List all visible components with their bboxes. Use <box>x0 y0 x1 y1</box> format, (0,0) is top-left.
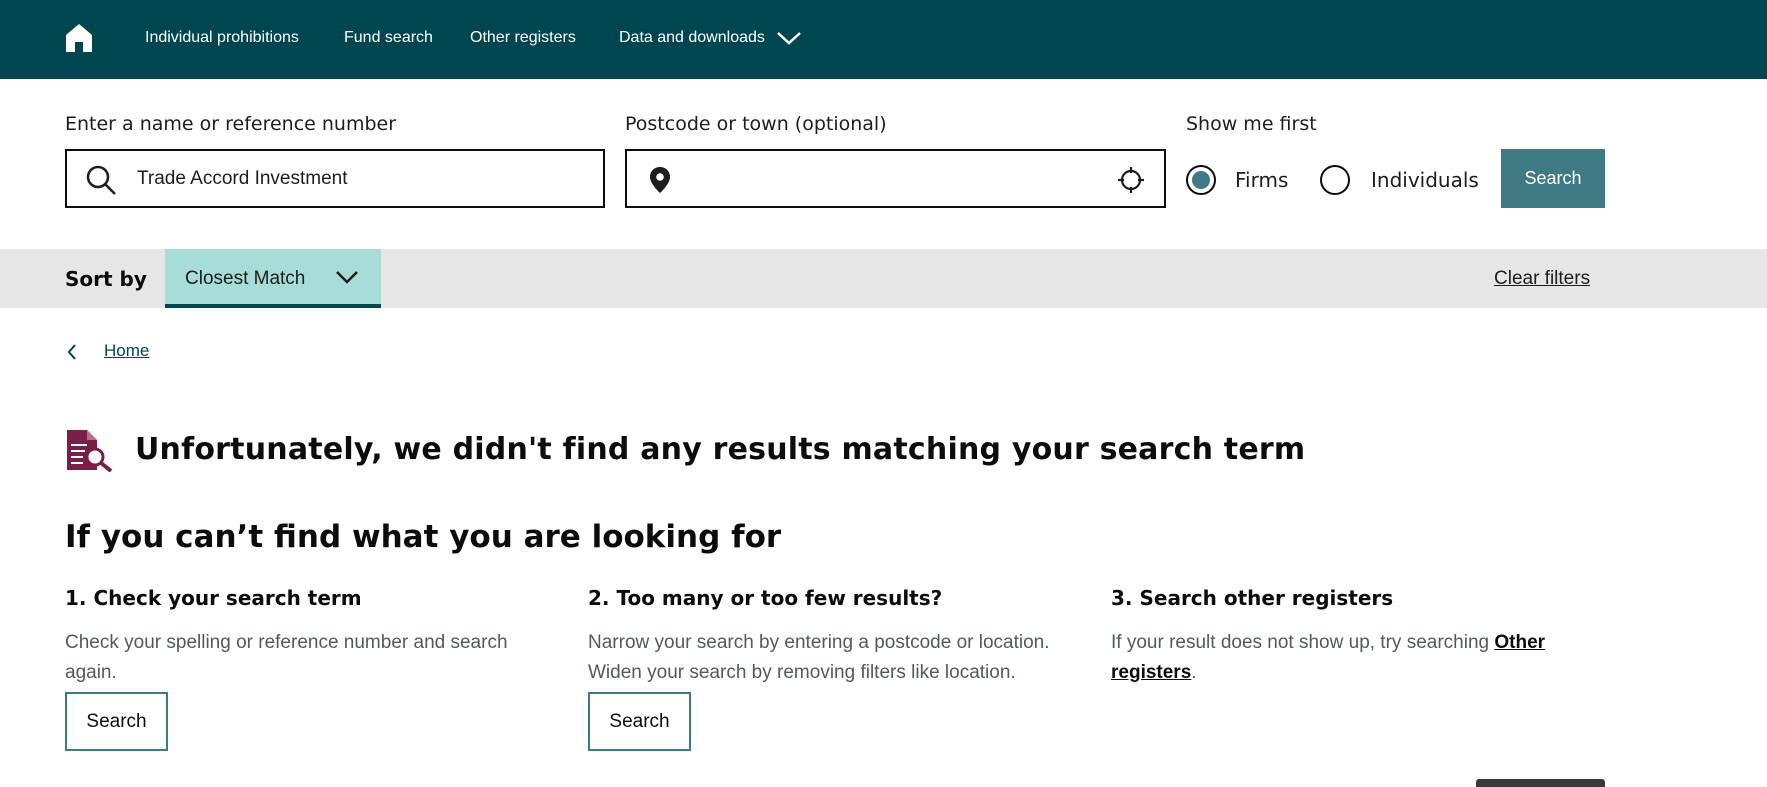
search-button[interactable]: Search <box>1501 149 1605 208</box>
search-button-check-term[interactable]: Search <box>65 692 168 751</box>
location-pin-icon <box>650 167 670 193</box>
postcode-field-label: Postcode or town (optional) <box>625 113 887 135</box>
top-navigation: Individual prohibitions Fund search Othe… <box>0 0 1767 79</box>
search-button-results[interactable]: Search <box>588 692 691 751</box>
sort-bar: Sort by Closest Match Clear filters <box>0 249 1767 308</box>
help-text-line: Widen your search by removing filters li… <box>588 662 1016 683</box>
radio-individuals-label[interactable]: Individuals <box>1371 168 1479 192</box>
radio-firms[interactable] <box>1186 165 1216 195</box>
name-search-value: Trade Accord Investment <box>137 168 348 189</box>
help-column-title: 1. Check your search term <box>65 586 362 610</box>
chevron-down-icon[interactable] <box>776 30 802 46</box>
help-text-before: If your result does not show up, try sea… <box>1111 632 1495 653</box>
chevron-down-icon <box>336 271 358 284</box>
radio-individuals[interactable] <box>1320 165 1350 195</box>
show-me-first-label: Show me first <box>1186 113 1317 135</box>
clear-filters-link[interactable]: Clear filters <box>1494 268 1590 290</box>
help-column-text: Check your spelling or reference number … <box>65 632 508 683</box>
breadcrumb-home-link[interactable]: Home <box>104 341 149 361</box>
help-column-text: Narrow your search by entering a postcod… <box>588 628 1068 688</box>
chevron-left-icon[interactable] <box>66 343 78 361</box>
help-column-title: 3. Search other registers <box>1111 586 1394 610</box>
nav-item-data-and-downloads[interactable]: Data and downloads <box>619 29 765 47</box>
search-icon <box>86 165 116 195</box>
help-text-line: Narrow your search by entering a postcod… <box>588 632 1050 653</box>
nav-item-fund-search[interactable]: Fund search <box>344 29 433 47</box>
postcode-input[interactable] <box>625 149 1166 208</box>
nav-item-individual-prohibitions[interactable]: Individual prohibitions <box>145 29 299 47</box>
help-text-after: . <box>1191 662 1197 683</box>
help-column-title: 2. Too many or too few results? <box>588 586 943 610</box>
radio-firms-label[interactable]: Firms <box>1235 168 1288 192</box>
name-field-label: Enter a name or reference number <box>65 113 397 135</box>
sort-select[interactable]: Closest Match <box>165 249 381 308</box>
no-results-title: Unfortunately, we didn't find any result… <box>135 432 1306 467</box>
crosshair-icon[interactable] <box>1117 166 1145 194</box>
help-column-check-term: 1. Check your search term Check your spe… <box>65 586 545 688</box>
home-icon[interactable] <box>64 22 94 54</box>
sort-label: Sort by <box>65 267 147 291</box>
feedback-tab[interactable] <box>1476 779 1605 787</box>
name-search-input[interactable]: Trade Accord Investment <box>65 149 605 208</box>
help-title: If you can’t find what you are looking f… <box>65 519 782 555</box>
help-column-results: 2. Too many or too few results? Narrow y… <box>588 586 1068 688</box>
help-column-text: If your result does not show up, try sea… <box>1111 628 1611 688</box>
sort-value: Closest Match <box>185 268 306 289</box>
help-column-other-registers: 3. Search other registers If your result… <box>1111 586 1611 688</box>
document-search-icon <box>67 430 113 472</box>
nav-item-other-registers[interactable]: Other registers <box>470 29 576 47</box>
